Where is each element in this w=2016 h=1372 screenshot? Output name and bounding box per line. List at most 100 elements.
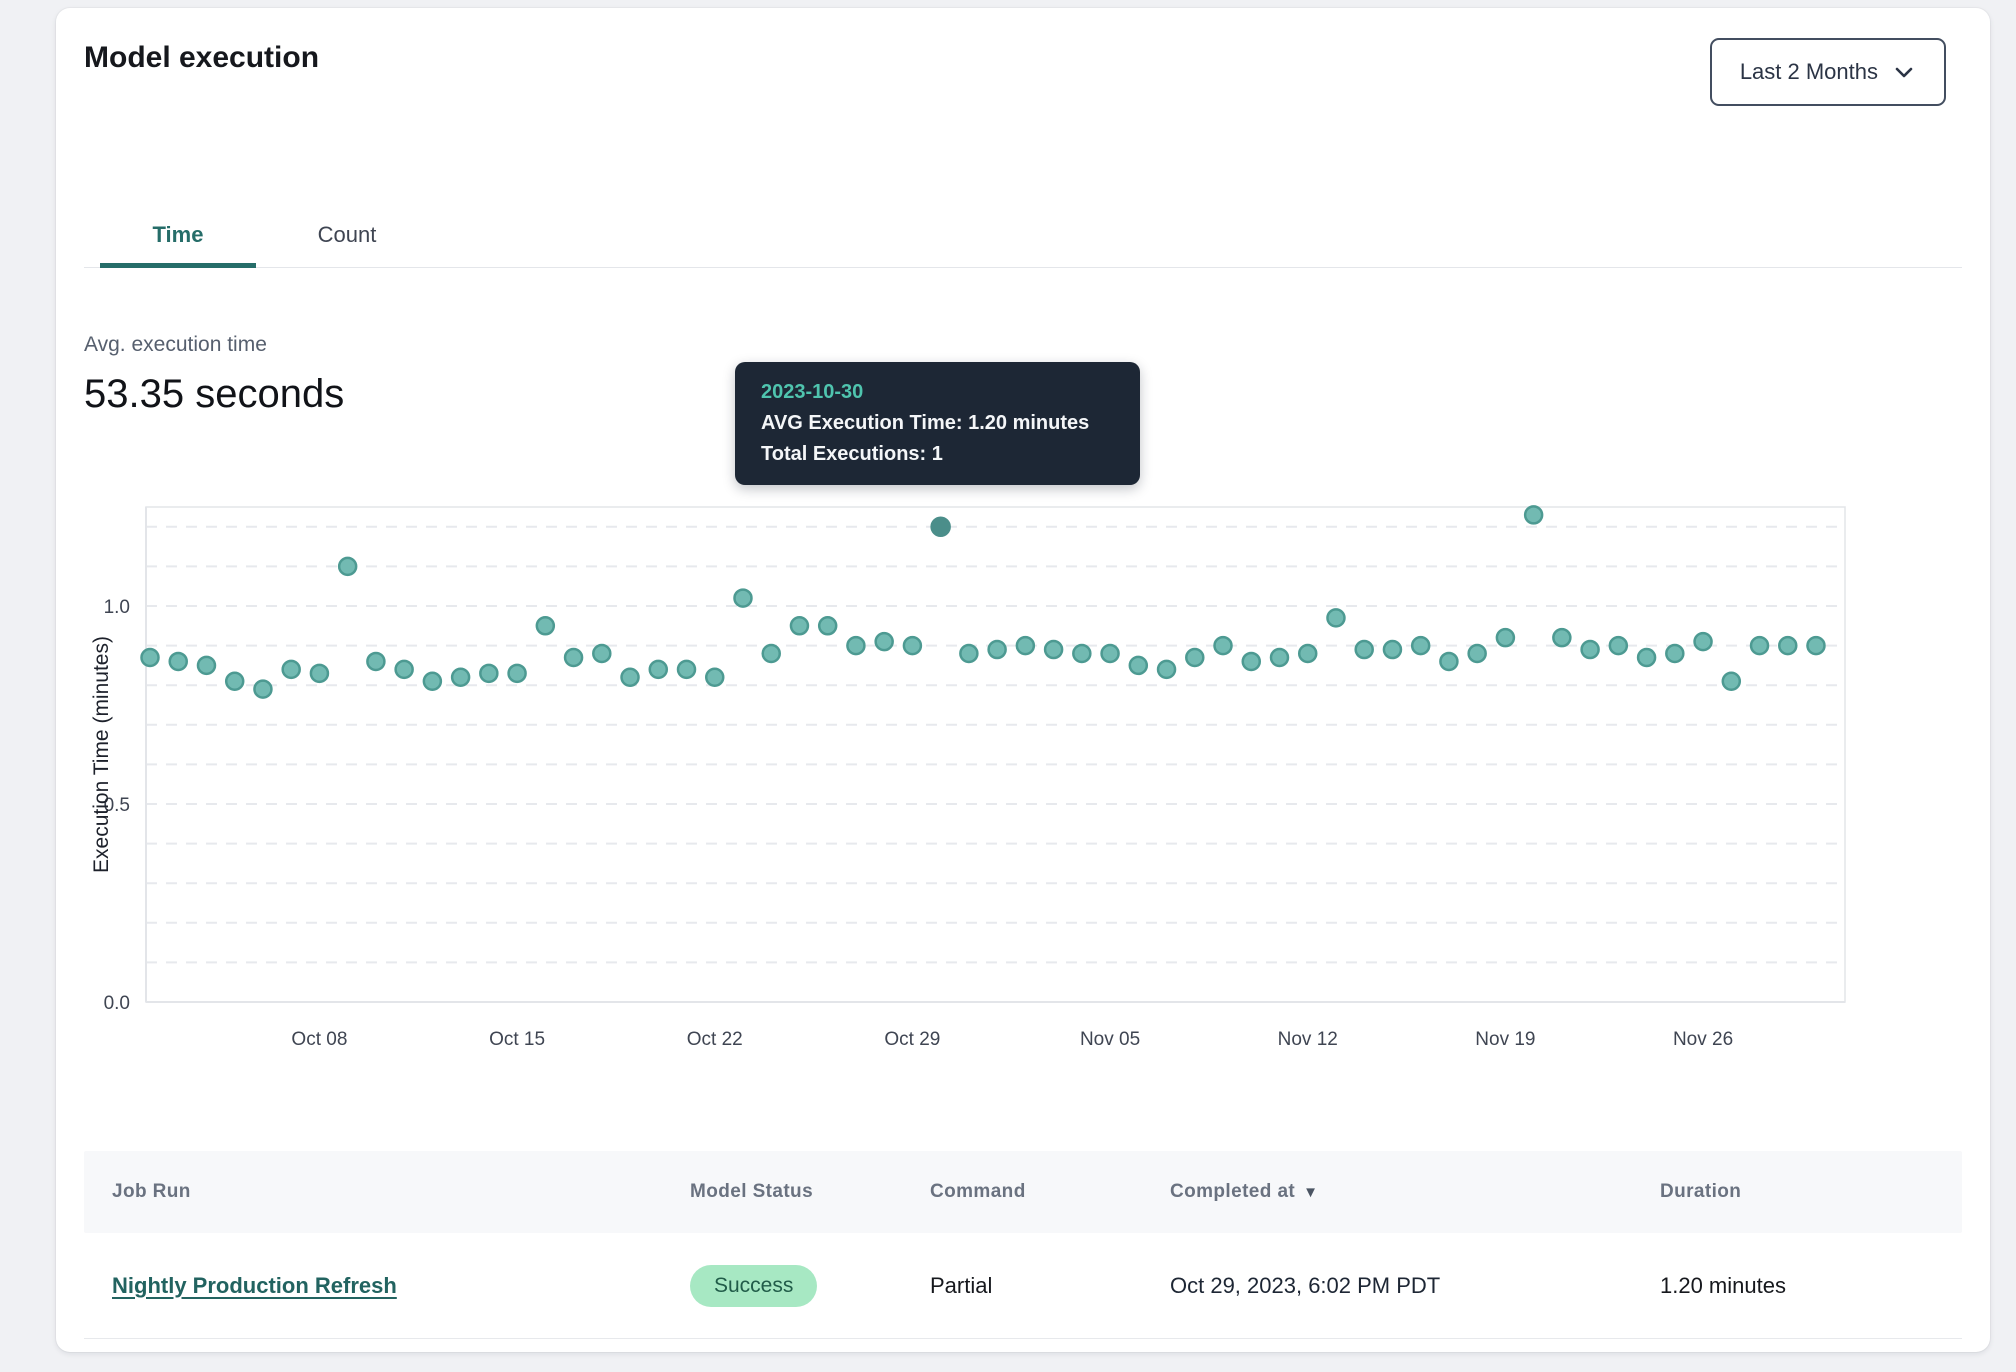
x-tick-label: Oct 29 <box>884 1029 940 1050</box>
data-point[interactable] <box>565 649 582 666</box>
data-point[interactable] <box>876 633 893 650</box>
data-point[interactable] <box>734 590 751 607</box>
data-point[interactable] <box>254 681 271 698</box>
data-point[interactable] <box>311 665 328 682</box>
data-point[interactable] <box>1638 649 1655 666</box>
x-tick-label: Nov 12 <box>1278 1029 1338 1050</box>
column-header-job-run: Job Run <box>112 1181 690 1203</box>
data-point[interactable] <box>1327 609 1344 626</box>
data-point[interactable] <box>1695 633 1712 650</box>
tab-count[interactable]: Count <box>282 207 412 268</box>
data-point[interactable] <box>170 653 187 670</box>
x-tick-label: Nov 19 <box>1475 1029 1535 1050</box>
data-point[interactable] <box>198 657 215 674</box>
job-run-link-cell: Nightly Production Refresh <box>112 1273 690 1299</box>
data-point[interactable] <box>650 661 667 678</box>
data-point[interactable] <box>1610 637 1627 654</box>
data-point[interactable] <box>396 661 413 678</box>
data-point[interactable] <box>1130 657 1147 674</box>
data-point[interactable] <box>989 641 1006 658</box>
data-point[interactable] <box>226 673 243 690</box>
plot-border <box>146 507 1845 1002</box>
panel-header: Model execution Last 2 Months <box>84 38 1962 106</box>
job-run-link[interactable]: Nightly Production Refresh <box>112 1273 397 1298</box>
status-badge: Success <box>690 1265 817 1307</box>
data-point[interactable] <box>1723 673 1740 690</box>
data-point[interactable] <box>1525 506 1542 523</box>
chart-tooltip: 2023-10-30 AVG Execution Time: 1.20 minu… <box>735 362 1140 485</box>
tooltip-total-executions: Total Executions: 1 <box>761 439 1114 470</box>
data-point[interactable] <box>1215 637 1232 654</box>
data-point[interactable] <box>1440 653 1457 670</box>
data-point[interactable] <box>678 661 695 678</box>
data-point[interactable] <box>1243 653 1260 670</box>
data-point[interactable] <box>1186 649 1203 666</box>
data-point[interactable] <box>1412 637 1429 654</box>
x-tick-label: Oct 22 <box>687 1029 743 1050</box>
page-title: Model execution <box>84 38 319 78</box>
data-point[interactable] <box>1299 645 1316 662</box>
data-point[interactable] <box>819 617 836 634</box>
date-range-dropdown[interactable]: Last 2 Months <box>1710 38 1946 106</box>
tooltip-date: 2023-10-30 <box>761 377 1114 408</box>
data-point[interactable] <box>593 645 610 662</box>
data-point[interactable] <box>904 637 921 654</box>
model-status-cell: Success <box>690 1265 930 1307</box>
job-runs-table: Job Run Model Status Command Completed a… <box>84 1151 1962 1339</box>
model-execution-panel: Model execution Last 2 Months Time Count… <box>56 8 1990 1352</box>
command-cell: Partial <box>930 1273 1170 1299</box>
data-point[interactable] <box>1666 645 1683 662</box>
data-point[interactable] <box>537 617 554 634</box>
column-header-command: Command <box>930 1181 1170 1203</box>
data-point[interactable] <box>283 661 300 678</box>
data-point[interactable] <box>1469 645 1486 662</box>
data-point[interactable] <box>142 649 159 666</box>
data-point[interactable] <box>1497 629 1514 646</box>
tooltip-avg-time: AVG Execution Time: 1.20 minutes <box>761 408 1114 439</box>
x-tick-label: Oct 08 <box>291 1029 347 1050</box>
data-point[interactable] <box>1779 637 1796 654</box>
data-point[interactable] <box>509 665 526 682</box>
data-point[interactable] <box>1102 645 1119 662</box>
data-point[interactable] <box>1808 637 1825 654</box>
column-header-model-status: Model Status <box>690 1181 930 1203</box>
data-point[interactable] <box>367 653 384 670</box>
x-tick-label: Nov 26 <box>1673 1029 1733 1050</box>
execution-time-chart[interactable]: 0.00.51.0Oct 08Oct 15Oct 22Oct 29Nov 05N… <box>84 497 1962 1097</box>
scatter-plot[interactable]: 0.00.51.0Oct 08Oct 15Oct 22Oct 29Nov 05N… <box>84 497 1962 1097</box>
y-axis-label: Execution Time (minutes) <box>90 636 113 873</box>
data-point[interactable] <box>1356 641 1373 658</box>
duration-cell: 1.20 minutes <box>1660 1273 1934 1299</box>
column-header-completed-at[interactable]: Completed at ▼ <box>1170 1181 1660 1203</box>
chevron-down-icon <box>1892 60 1916 84</box>
data-point[interactable] <box>1384 641 1401 658</box>
column-header-duration: Duration <box>1660 1181 1934 1203</box>
data-point[interactable] <box>1073 645 1090 662</box>
data-point[interactable] <box>1553 629 1570 646</box>
data-point[interactable] <box>847 637 864 654</box>
tab-time[interactable]: Time <box>100 207 256 268</box>
data-point-highlighted[interactable] <box>932 518 950 536</box>
data-point[interactable] <box>480 665 497 682</box>
data-point[interactable] <box>763 645 780 662</box>
x-tick-label: Oct 15 <box>489 1029 545 1050</box>
data-point[interactable] <box>1271 649 1288 666</box>
data-point[interactable] <box>1582 641 1599 658</box>
data-point[interactable] <box>452 669 469 686</box>
x-tick-label: Nov 05 <box>1080 1029 1140 1050</box>
data-point[interactable] <box>1751 637 1768 654</box>
data-point[interactable] <box>339 558 356 575</box>
date-range-value: Last 2 Months <box>1740 59 1878 85</box>
data-point[interactable] <box>1017 637 1034 654</box>
chart-tabs: Time Count <box>84 207 1962 268</box>
data-point[interactable] <box>622 669 639 686</box>
data-point[interactable] <box>424 673 441 690</box>
y-tick-label: 1.0 <box>104 597 130 618</box>
data-point[interactable] <box>1045 641 1062 658</box>
data-point[interactable] <box>706 669 723 686</box>
data-point[interactable] <box>960 645 977 662</box>
sort-desc-icon: ▼ <box>1303 1184 1318 1201</box>
data-point[interactable] <box>1158 661 1175 678</box>
data-point[interactable] <box>791 617 808 634</box>
table-row: Nightly Production Refresh Success Parti… <box>84 1233 1962 1339</box>
